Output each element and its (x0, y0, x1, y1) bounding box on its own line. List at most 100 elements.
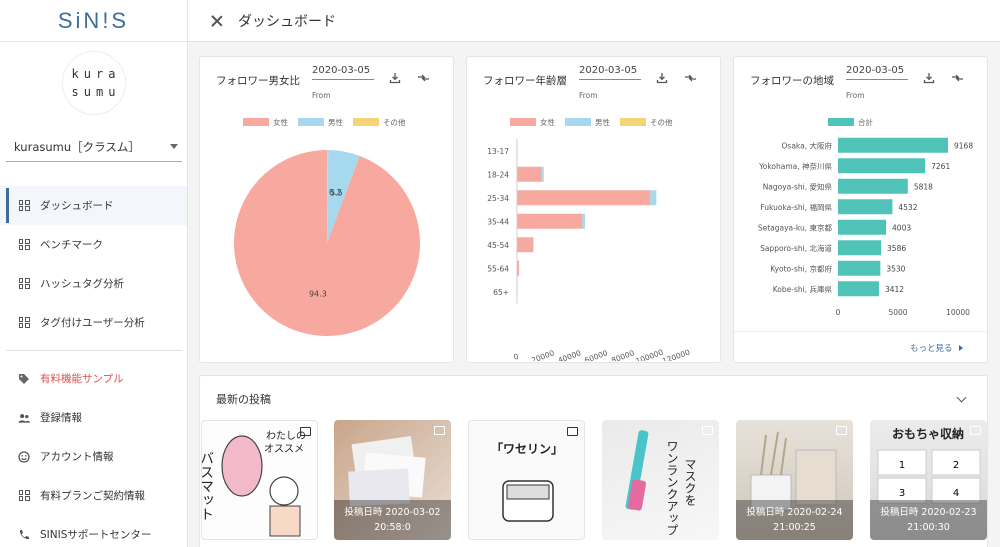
date-input[interactable]: 2020-03-05 (846, 65, 908, 80)
nav-account-info[interactable]: アカウント情報 (0, 437, 187, 476)
see-more-link[interactable]: もっと見る (910, 342, 964, 354)
age-bar (582, 213, 585, 229)
x-tick-label: 10000 (946, 308, 970, 317)
legend: 女性 男性 その他 (510, 117, 673, 128)
smile-icon (18, 450, 30, 463)
region-value-label: 7261 (931, 162, 950, 171)
brand-logo: SiN!S (0, 0, 187, 42)
age-bar (517, 166, 542, 182)
account-select[interactable]: kurasumu［クラスム］ (6, 132, 182, 162)
region-category-label: Yokohama, 神奈川県 (758, 161, 832, 171)
close-icon[interactable] (210, 14, 224, 28)
post-overlay: 投稿日時 2020-02-23 21:00:30 (870, 500, 987, 540)
compare-icon[interactable] (416, 71, 430, 85)
reel-icon (567, 427, 578, 436)
nav-support-center[interactable]: SINISサポートセンター (0, 515, 187, 547)
region-category-label: Fukuoka-shi, 福岡県 (760, 203, 832, 212)
dashboard-icon (18, 239, 30, 251)
nav-registration-info[interactable]: 登録情報 (0, 398, 187, 437)
region-bar (838, 199, 893, 215)
legend-swatch (243, 118, 269, 126)
legend-swatch (565, 118, 591, 126)
date-input[interactable]: 2020-03-05 (312, 65, 374, 80)
legend-female: 女性 (243, 117, 288, 128)
nav-dashboard[interactable]: ダッシュボード (0, 186, 187, 225)
date-input[interactable]: 2020-03-05 (579, 65, 641, 80)
region-value-label: 3412 (885, 285, 904, 294)
download-icon[interactable] (388, 71, 402, 85)
age-bar (650, 190, 657, 206)
card-title: フォロワーの地域 (750, 75, 834, 87)
region-value-label: 3530 (886, 264, 905, 273)
card-title: フォロワー年齢層 (483, 75, 567, 87)
nav-benchmark[interactable]: ベンチマーク (0, 225, 187, 264)
legend-other: その他 (620, 117, 673, 128)
x-tick-label: 60000 (583, 348, 609, 361)
account-avatar: kura sumu (61, 51, 126, 115)
age-category-label: 25-34 (487, 194, 509, 203)
x-tick-label: 100000 (634, 347, 664, 361)
secondary-nav: 有料機能サンプル 登録情報 アカウント情報 有料プランご契約情報 SINISサポ… (0, 359, 187, 547)
age-bar (533, 237, 534, 253)
legend-other: その他 (353, 117, 406, 128)
age-bar (541, 166, 544, 182)
region-bar (838, 158, 926, 174)
compare-icon[interactable] (950, 71, 964, 85)
age-category-label: 45-54 (487, 241, 509, 250)
x-tick-label: 0 (836, 308, 841, 317)
legend-swatch (510, 118, 536, 126)
chevron-down-icon[interactable] (956, 392, 967, 403)
age-bar (517, 190, 651, 206)
compare-icon[interactable] (683, 71, 697, 85)
nav-tagged-user-analysis[interactable]: タグ付けユーザー分析 (0, 303, 187, 342)
reel-icon (300, 427, 311, 436)
age-bar-chart: 13-17 18-24 25-34 35-44 45-54 55-64 65+ 0 20000 4… (487, 139, 691, 361)
age-card: フォロワー年齢層 2020-03-05 From 女性 男性 その他 13-17… (466, 56, 721, 363)
post-thumbnail[interactable]: ワンランクアップ マスクを (602, 420, 719, 540)
reel-icon (836, 426, 847, 435)
region-category-label: Kyoto-shi, 京都府 (770, 263, 832, 273)
age-category-label: 13-17 (487, 147, 509, 156)
svg-text:ワンランクアップ: ワンランクアップ (665, 440, 679, 536)
nav-divider (6, 350, 182, 351)
legend-swatch (828, 118, 854, 126)
nav-paid-feature-sample[interactable]: 有料機能サンプル (0, 359, 187, 398)
post-thumbnail[interactable]: おもちゃ収納 1 2 3 4 投稿日時 2020-02-23 21:00:30 (870, 420, 987, 540)
region-value-label: 4003 (892, 223, 911, 232)
post-thumbnail[interactable]: 「ワセリン」 (468, 420, 585, 540)
page-title: ダッシュボード (238, 13, 336, 30)
post-overlay: 投稿日時 2020-02-24 21:00:25 (736, 500, 853, 540)
dashboard-icon (18, 490, 30, 502)
age-bar (517, 213, 583, 229)
svg-text:3: 3 (899, 488, 905, 499)
svg-text:オススメ: オススメ (264, 443, 304, 455)
pie-slice-label: 94.3 (309, 289, 327, 298)
post-thumbnail[interactable]: 投稿日時 2020-03-02 20:58:0 (334, 420, 451, 540)
region-category-label: Kobe-shi, 兵庫県 (773, 284, 833, 294)
post-thumbnail[interactable]: わたしの オススメ バスマット (201, 420, 318, 540)
svg-text:1: 1 (899, 460, 905, 471)
nav-hashtag-analysis[interactable]: ハッシュタグ分析 (0, 264, 187, 303)
date-label: From (312, 91, 331, 100)
sidebar: SiN!S kura sumu kurasumu［クラスム］ ダッシュボード ベ… (0, 0, 188, 547)
date-label: From (579, 91, 598, 100)
x-tick-label: 40000 (557, 348, 583, 361)
region-bar (838, 240, 882, 256)
age-category-label: 35-44 (487, 217, 509, 226)
post-thumbnail[interactable]: 投稿日時 2020-02-24 21:00:25 (736, 420, 853, 540)
download-icon[interactable] (655, 71, 669, 85)
region-category-label: Sapporo-shi, 北海道 (760, 243, 832, 253)
region-bar (838, 137, 949, 153)
dashboard-icon (18, 317, 30, 329)
download-icon[interactable] (922, 71, 936, 85)
legend-swatch (298, 118, 324, 126)
region-category-label: Osaka, 大阪府 (782, 140, 833, 150)
nav-plan-contract-info[interactable]: 有料プランご契約情報 (0, 476, 187, 515)
reel-icon (702, 426, 713, 435)
card-title: フォロワー男女比 (216, 75, 300, 87)
legend: 合計 (828, 117, 873, 128)
dashboard-icon (18, 200, 30, 212)
gender-pie-chart: 94.35.50.2 (233, 150, 420, 336)
region-value-label: 3586 (887, 244, 906, 253)
region-bar (838, 260, 881, 276)
